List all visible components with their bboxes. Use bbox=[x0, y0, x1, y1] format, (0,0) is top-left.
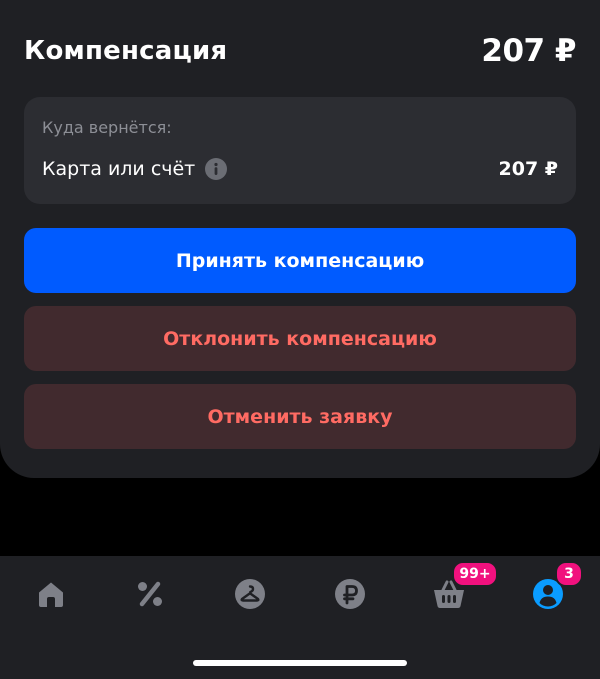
refund-destination-row: Карта или счёт bbox=[42, 158, 228, 180]
cart-count-badge: 99+ bbox=[452, 561, 498, 587]
refund-destination-box: Куда вернётся: Карта или счёт 207 ₽ bbox=[24, 97, 576, 204]
tab-finance[interactable] bbox=[320, 576, 380, 616]
compensation-amount: 207 ₽ bbox=[481, 33, 576, 69]
compensation-title: Компенсация bbox=[24, 36, 228, 66]
percent-icon bbox=[134, 578, 166, 614]
info-icon[interactable] bbox=[205, 158, 228, 180]
tab-home[interactable] bbox=[21, 576, 81, 616]
home-icon bbox=[35, 578, 67, 614]
cancel-request-button[interactable]: Отменить заявку bbox=[24, 384, 576, 449]
compensation-card: Компенсация 207 ₽ Куда вернётся: Карта и… bbox=[0, 0, 600, 478]
decline-compensation-button[interactable]: Отклонить компенсацию bbox=[24, 306, 576, 371]
refund-caption: Куда вернётся: bbox=[42, 118, 172, 137]
refund-amount: 207 ₽ bbox=[498, 158, 559, 180]
ruble-icon bbox=[334, 578, 366, 614]
hanger-icon bbox=[234, 578, 266, 614]
profile-notification-badge: 3 bbox=[555, 561, 583, 587]
refund-destination-label: Карта или счёт bbox=[42, 158, 196, 180]
home-indicator[interactable] bbox=[193, 660, 407, 666]
accept-compensation-button[interactable]: Принять компенсацию bbox=[24, 228, 576, 293]
tab-discounts[interactable] bbox=[120, 576, 180, 616]
tab-fashion[interactable] bbox=[220, 576, 280, 616]
